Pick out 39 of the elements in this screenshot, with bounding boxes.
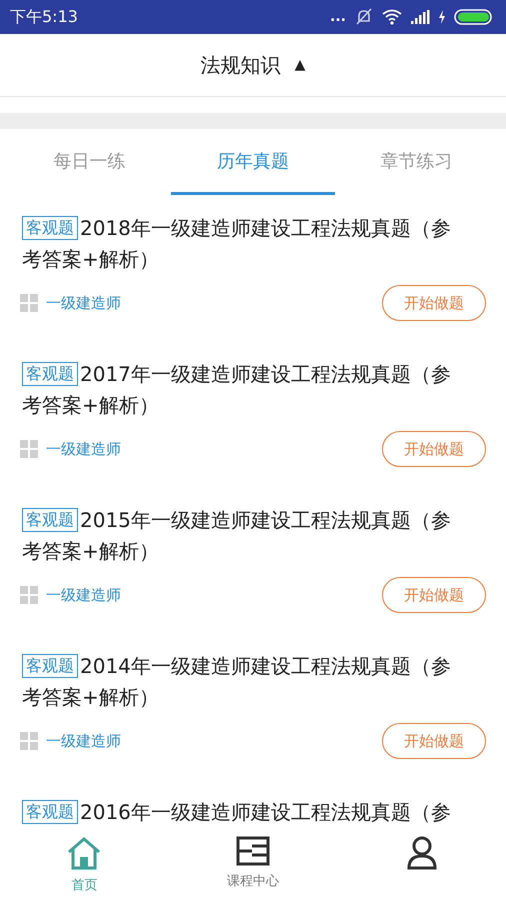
charging-icon <box>438 10 446 24</box>
battery-icon <box>454 9 494 25</box>
tab[interactable]: 每日一练 <box>8 129 172 195</box>
grid-icon <box>20 440 38 458</box>
start-button[interactable]: 开始做题 <box>382 285 486 321</box>
start-button[interactable]: 开始做题 <box>382 577 486 613</box>
tab[interactable]: 历年真题 <box>171 129 335 195</box>
start-button[interactable]: 开始做题 <box>382 431 486 467</box>
category-label: 一级建造师 <box>46 294 121 312</box>
exam-title[interactable]: 客观题 2015年一级建造师建设工程法规真题（参考答案+解析） <box>22 505 484 567</box>
nav-label[interactable]: 课程中心 <box>227 872 279 890</box>
home-icon[interactable] <box>66 836 102 870</box>
person-icon[interactable] <box>406 836 437 870</box>
tag: 客观题 <box>22 800 78 824</box>
category-label: 一级建造师 <box>46 586 121 604</box>
grid-icon <box>20 732 38 750</box>
tab[interactable]: 章节练习 <box>334 129 498 195</box>
exam-title[interactable]: 客观题 2014年一级建造师建设工程法规真题（参考答案+解析） <box>22 651 484 713</box>
start-button[interactable]: 开始做题 <box>382 723 486 759</box>
tag: 客观题 <box>22 216 78 240</box>
exam-title[interactable]: 客观题 2017年一级建造师建设工程法规真题（参考答案+解析） <box>22 359 484 421</box>
grid-icon <box>20 294 38 312</box>
mute-icon <box>354 8 374 26</box>
category-label: 一级建造师 <box>46 732 121 750</box>
exam-title[interactable]: 客观题 2018年一级建造师建设工程法规真题（参考答案+解析） <box>22 213 484 275</box>
notification-dots: ... <box>330 9 346 25</box>
category-label: 一级建造师 <box>46 440 121 458</box>
tag: 客观题 <box>22 508 78 532</box>
exam-title[interactable]: 客观题 2016年一级建造师建设工程法规真题（参 <box>22 797 484 828</box>
page-title[interactable]: 法规知识 <box>200 52 281 78</box>
grid-icon <box>20 586 38 604</box>
signal-icon <box>410 10 430 24</box>
nav-label[interactable]: 首页 <box>71 876 98 894</box>
tag: 客观题 <box>22 654 78 678</box>
book-icon[interactable] <box>236 836 270 866</box>
status-time: 下午5:13 <box>10 6 78 28</box>
wifi-icon <box>382 9 402 25</box>
tag: 客观题 <box>22 362 78 386</box>
caret-icon[interactable]: ▲ <box>294 57 306 73</box>
